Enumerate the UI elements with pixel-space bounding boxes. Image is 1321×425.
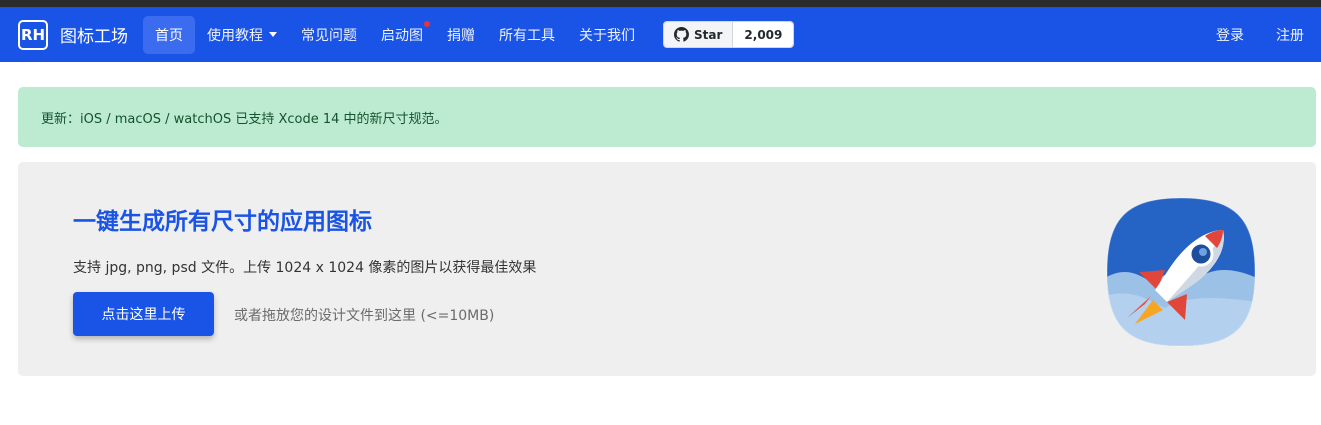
- nav-item-label: 启动图: [381, 27, 423, 44]
- upload-button[interactable]: 点击这里上传: [73, 292, 214, 336]
- login-label: 登录: [1216, 27, 1244, 44]
- github-icon: [674, 27, 689, 42]
- github-star-count[interactable]: 2,009: [733, 22, 794, 47]
- hero-title: 一键生成所有尺寸的应用图标: [73, 209, 372, 235]
- alert-text: 更新：iOS / macOS / watchOS 已支持 Xcode 14 中的…: [41, 111, 448, 127]
- nav-item-label: 常见问题: [301, 27, 357, 44]
- github-star-label: Star: [694, 27, 723, 42]
- nav-item-tutorial[interactable]: 使用教程: [195, 16, 289, 54]
- star-count-text: 2,009: [744, 27, 783, 42]
- github-star-button[interactable]: Star: [664, 22, 734, 47]
- nav-account: 登录 注册: [1184, 16, 1304, 54]
- register-link[interactable]: 注册: [1244, 16, 1304, 54]
- nav-item-label: 捐赠: [447, 27, 475, 44]
- nav-item-about[interactable]: 关于我们: [567, 16, 647, 54]
- login-link[interactable]: 登录: [1184, 16, 1244, 54]
- nav-item-label: 关于我们: [579, 27, 635, 44]
- update-alert: 更新：iOS / macOS / watchOS 已支持 Xcode 14 中的…: [18, 87, 1316, 147]
- chevron-down-icon: [269, 32, 277, 37]
- window-top-strip: [0, 0, 1321, 7]
- nav-item-home[interactable]: 首页: [143, 15, 195, 54]
- hero-subtitle: 支持 jpg, png, psd 文件。上传 1024 x 1024 像素的图片…: [73, 260, 537, 276]
- brand-link[interactable]: RH 图标工场: [18, 19, 128, 50]
- nav-item-faq[interactable]: 常见问题: [289, 16, 369, 54]
- hero-panel[interactable]: 一键生成所有尺寸的应用图标 支持 jpg, png, psd 文件。上传 102…: [18, 162, 1316, 376]
- nav-item-all-tools[interactable]: 所有工具: [487, 16, 567, 54]
- nav-item-label: 所有工具: [499, 27, 555, 44]
- register-label: 注册: [1276, 27, 1304, 44]
- nav-item-label: 首页: [155, 27, 183, 44]
- drop-hint: 或者拖放您的设计文件到这里 (<=10MB): [234, 308, 495, 324]
- nav-item-label: 使用教程: [207, 27, 263, 44]
- nav-item-launch-image[interactable]: 启动图: [369, 16, 435, 54]
- main-navbar: RH 图标工场 首页 使用教程 常见问题 启动图 捐赠 所有工具 关于我们 St…: [0, 7, 1321, 62]
- nav-item-donate[interactable]: 捐赠: [435, 16, 487, 54]
- brand-logo: RH: [18, 19, 48, 50]
- github-star-widget[interactable]: Star 2,009: [663, 21, 795, 48]
- brand-name: 图标工场: [60, 27, 128, 47]
- notification-dot: [424, 20, 430, 27]
- rocket-app-icon: [1106, 197, 1256, 347]
